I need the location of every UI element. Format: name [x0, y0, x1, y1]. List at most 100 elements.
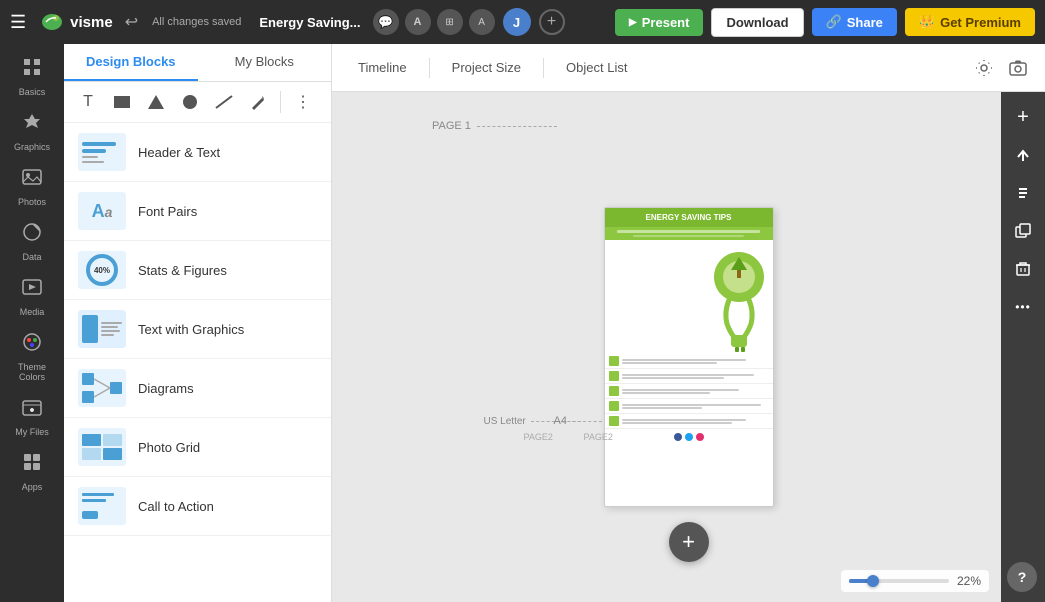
download-button[interactable]: Download — [711, 8, 803, 37]
main-layout: Basics Graphics Photos — [0, 44, 1045, 602]
my-files-label: My Files — [15, 427, 49, 437]
bulb-area — [605, 240, 773, 354]
undo-button[interactable]: ↩ — [125, 12, 138, 32]
canvas-content[interactable]: PAGE 1 ENERGY SAVING TIPS — [332, 92, 1045, 602]
add-page-button[interactable]: + — [669, 522, 709, 562]
canvas-camera-button[interactable] — [1003, 53, 1033, 83]
block-label-text-with-graphics: Text with Graphics — [138, 322, 244, 337]
photos-label: Photos — [18, 197, 46, 207]
right-more-button[interactable]: ••• — [1006, 290, 1040, 324]
block-item-stats[interactable]: 40% Stats & Figures — [64, 241, 331, 300]
tab-design-blocks[interactable]: Design Blocks — [64, 44, 198, 81]
tab-divider-2 — [543, 58, 544, 78]
social-row — [605, 429, 773, 445]
block-label-font-pairs: Font Pairs — [138, 204, 197, 219]
topbar-icons: 💬 A ⊞ A — [373, 9, 495, 35]
sidebar-item-media[interactable]: Media — [4, 270, 60, 323]
page2-label: PAGE2 — [524, 432, 553, 442]
sidebar-item-my-files[interactable]: My Files — [4, 390, 60, 443]
sidebar-item-data[interactable]: Data — [4, 215, 60, 268]
apps-label: Apps — [22, 482, 43, 492]
icon-sidebar: Basics Graphics Photos — [0, 44, 64, 602]
zoom-slider[interactable] — [849, 579, 949, 583]
basics-label: Basics — [19, 87, 46, 97]
pen-tool[interactable] — [244, 88, 272, 116]
tool-row: T ⋮ — [64, 82, 331, 123]
basics-icon — [21, 56, 43, 84]
sidebar-item-basics[interactable]: Basics — [4, 50, 60, 103]
page2-a4-sub: PAGE2 — [584, 432, 613, 442]
block-item-header-text[interactable]: Header & Text — [64, 123, 331, 182]
block-item-diagrams[interactable]: Diagrams — [64, 359, 331, 418]
tab-divider-1 — [429, 58, 430, 78]
right-move-down-button[interactable] — [1006, 176, 1040, 210]
block-thumb-font-pairs: Aa — [78, 192, 126, 230]
logo[interactable]: visme — [38, 11, 113, 33]
tool-divider — [280, 91, 281, 113]
triangle-tool[interactable] — [142, 88, 170, 116]
block-thumb-stats: 40% — [78, 251, 126, 289]
sidebar-item-theme-colors[interactable]: Theme Colors — [4, 325, 60, 388]
tab-project-size[interactable]: Project Size — [438, 54, 535, 81]
block-label-photo-grid: Photo Grid — [138, 440, 200, 455]
media-label: Media — [20, 307, 45, 317]
line-tool[interactable] — [210, 88, 238, 116]
info-row-2 — [605, 369, 773, 384]
info-row-5 — [605, 414, 773, 429]
present-button[interactable]: Present — [615, 9, 703, 36]
rect-tool[interactable] — [108, 88, 136, 116]
help-button[interactable]: ? — [1007, 562, 1037, 592]
right-delete-button[interactable] — [1006, 252, 1040, 286]
menu-icon[interactable]: ☰ — [10, 12, 26, 33]
add-collaborator-button[interactable]: + — [539, 9, 565, 35]
infographic-page[interactable]: ENERGY SAVING TIPS — [604, 207, 774, 507]
more-tool[interactable]: ⋮ — [289, 88, 317, 116]
block-label-stats: Stats & Figures — [138, 263, 227, 278]
comment-button[interactable]: 💬 — [373, 9, 399, 35]
info-row-3 — [605, 384, 773, 399]
infographic-header: ENERGY SAVING TIPS — [605, 208, 773, 227]
user-avatar[interactable]: J — [503, 8, 531, 36]
tab-object-list[interactable]: Object List — [552, 54, 641, 81]
graphics-label: Graphics — [14, 142, 50, 152]
sidebar-item-apps[interactable]: Apps — [4, 445, 60, 498]
panel-tabs: Design Blocks My Blocks — [64, 44, 331, 82]
canvas-toolbar: Timeline Project Size Object List — [332, 44, 1045, 92]
right-add-button[interactable]: + — [1006, 100, 1040, 134]
topbar: ☰ visme ↩ All changes saved Energy Savin… — [0, 0, 1045, 44]
block-item-cta[interactable]: Call to Action — [64, 477, 331, 536]
crown-icon: 👑 — [919, 14, 935, 30]
circle-tool[interactable] — [176, 88, 204, 116]
block-thumb-text-with-graphics — [78, 310, 126, 348]
premium-button[interactable]: 👑 Get Premium — [905, 8, 1035, 36]
document-title[interactable]: Energy Saving... — [259, 15, 360, 30]
block-thumb-diagrams — [78, 369, 126, 407]
share-button[interactable]: 🔗 Share — [812, 8, 897, 36]
layout-button[interactable]: ⊞ — [437, 9, 463, 35]
canvas-area: Timeline Project Size Object List PAGE 1 — [332, 44, 1045, 602]
text-tool[interactable]: T — [74, 88, 102, 116]
block-list: Header & Text Aa Font Pairs 40% Stats & … — [64, 123, 331, 602]
share-icon: 🔗 — [826, 14, 842, 30]
sidebar-item-photos[interactable]: Photos — [4, 160, 60, 213]
graphics-icon — [21, 111, 43, 139]
zoom-label: 22% — [957, 574, 981, 588]
right-move-up-button[interactable] — [1006, 138, 1040, 172]
text-button[interactable]: A — [469, 9, 495, 35]
infographic-container: ENERGY SAVING TIPS — [604, 207, 774, 507]
block-item-text-with-graphics[interactable]: Text with Graphics — [64, 300, 331, 359]
block-label-diagrams: Diagrams — [138, 381, 194, 396]
theme-colors-icon — [21, 331, 43, 359]
info-row-4 — [605, 399, 773, 414]
media-icon — [21, 276, 43, 304]
right-duplicate-button[interactable] — [1006, 214, 1040, 248]
font-button[interactable]: A — [405, 9, 431, 35]
sidebar-item-graphics[interactable]: Graphics — [4, 105, 60, 158]
tab-timeline[interactable]: Timeline — [344, 54, 421, 81]
block-item-font-pairs[interactable]: Aa Font Pairs — [64, 182, 331, 241]
canvas-settings-button[interactable] — [969, 53, 999, 83]
block-item-photo-grid[interactable]: Photo Grid — [64, 418, 331, 477]
theme-colors-label: Theme Colors — [8, 362, 56, 382]
apps-icon — [21, 451, 43, 479]
tab-my-blocks[interactable]: My Blocks — [198, 44, 332, 81]
